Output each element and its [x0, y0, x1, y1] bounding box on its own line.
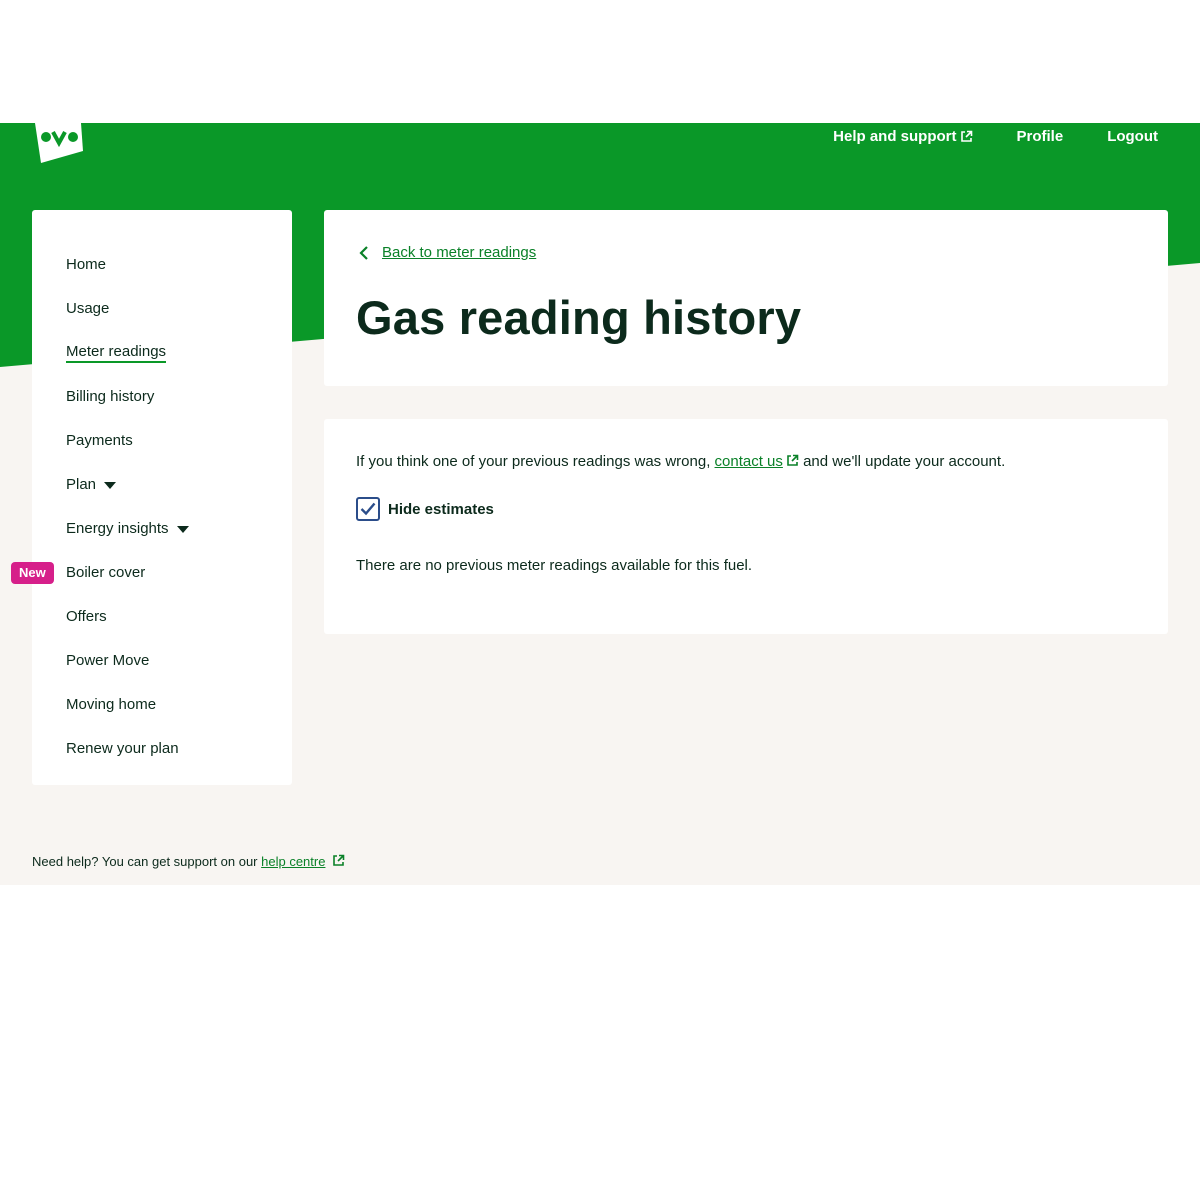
sidebar-item-label: Renew your plan	[66, 739, 179, 757]
sidebar-item-label: Power Move	[66, 651, 150, 669]
sidebar-item-plan[interactable]: Plan	[66, 463, 189, 507]
sidebar-list: Home Usage Meter readings Billing histor…	[11, 243, 189, 771]
info-prefix: If you think one of your previous readin…	[356, 453, 715, 470]
chevron-left-icon	[359, 245, 368, 260]
footer-help-text: Need help? You can get support on our he…	[32, 854, 345, 869]
info-suffix: and we'll update your account.	[798, 453, 1006, 470]
hide-estimates-checkbox[interactable]	[356, 497, 380, 521]
sidebar-item-renew-your-plan[interactable]: Renew your plan	[66, 727, 189, 771]
hide-estimates-toggle[interactable]: Hide estimates	[356, 497, 494, 521]
hide-estimates-label: Hide estimates	[388, 500, 494, 518]
profile-link[interactable]: Profile	[1017, 128, 1064, 145]
external-link-icon	[960, 130, 972, 142]
sidebar-item-label: Billing history	[66, 387, 155, 405]
help-and-support-label: Help and support	[833, 128, 957, 145]
sidebar-item-label: Home	[66, 255, 107, 273]
sidebar-item-home[interactable]: Home	[66, 243, 189, 287]
sidebar-item-billing-history[interactable]: Billing history	[66, 375, 189, 419]
sidebar-item-power-move[interactable]: Power Move	[66, 639, 189, 683]
external-link-icon	[333, 854, 345, 866]
info-text: If you think one of your previous readin…	[356, 453, 1005, 470]
sidebar-item-label: Payments	[66, 431, 133, 449]
sidebar-item-energy-insights[interactable]: Energy insights	[66, 507, 189, 551]
sidebar-item-label: Meter readings	[66, 343, 167, 363]
checkmark-icon	[360, 502, 376, 516]
sidebar-item-meter-readings[interactable]: Meter readings	[66, 331, 189, 375]
sidebar-item-label: Boiler cover	[66, 563, 146, 581]
footer-help-prefix: Need help? You can get support on our	[32, 854, 262, 869]
empty-state-message: There are no previous meter readings ava…	[356, 557, 753, 574]
top-navigation: Help and support Profile Logout	[833, 128, 1158, 145]
logout-link[interactable]: Logout	[1107, 128, 1158, 145]
sidebar-navigation: Home Usage Meter readings Billing histor…	[11, 210, 292, 785]
external-link-icon	[787, 454, 799, 466]
sidebar-item-label: Energy insights	[66, 519, 169, 537]
sidebar-item-moving-home[interactable]: Moving home	[66, 683, 189, 727]
ovo-logo-icon	[35, 123, 83, 163]
help-and-support-link[interactable]: Help and support	[833, 128, 972, 145]
page-title: Gas reading history	[356, 291, 802, 344]
sidebar-item-label: Offers	[66, 607, 107, 625]
caret-down-icon	[104, 481, 117, 489]
back-link-label: Back to meter readings	[382, 244, 537, 261]
sidebar-item-usage[interactable]: Usage	[66, 287, 189, 331]
sidebar-item-label: Plan	[66, 475, 97, 493]
title-card: Back to meter readings Gas reading histo…	[324, 210, 1168, 386]
readings-card: If you think one of your previous readin…	[324, 419, 1168, 634]
new-badge: New	[11, 562, 54, 584]
help-centre-link[interactable]: help centre	[261, 854, 325, 869]
back-to-meter-readings-link[interactable]: Back to meter readings	[358, 244, 536, 261]
sidebar-item-offers[interactable]: Offers	[66, 595, 189, 639]
sidebar-item-payments[interactable]: Payments	[66, 419, 189, 463]
sidebar-item-label: Moving home	[66, 695, 157, 713]
sidebar-item-label: Usage	[66, 299, 110, 317]
caret-down-icon	[176, 525, 189, 533]
contact-us-link[interactable]: contact us	[715, 453, 783, 470]
page-body: Help and support Profile Logout Home Usa…	[0, 123, 1200, 885]
sidebar-item-boiler-cover[interactable]: New Boiler cover	[11, 551, 189, 595]
